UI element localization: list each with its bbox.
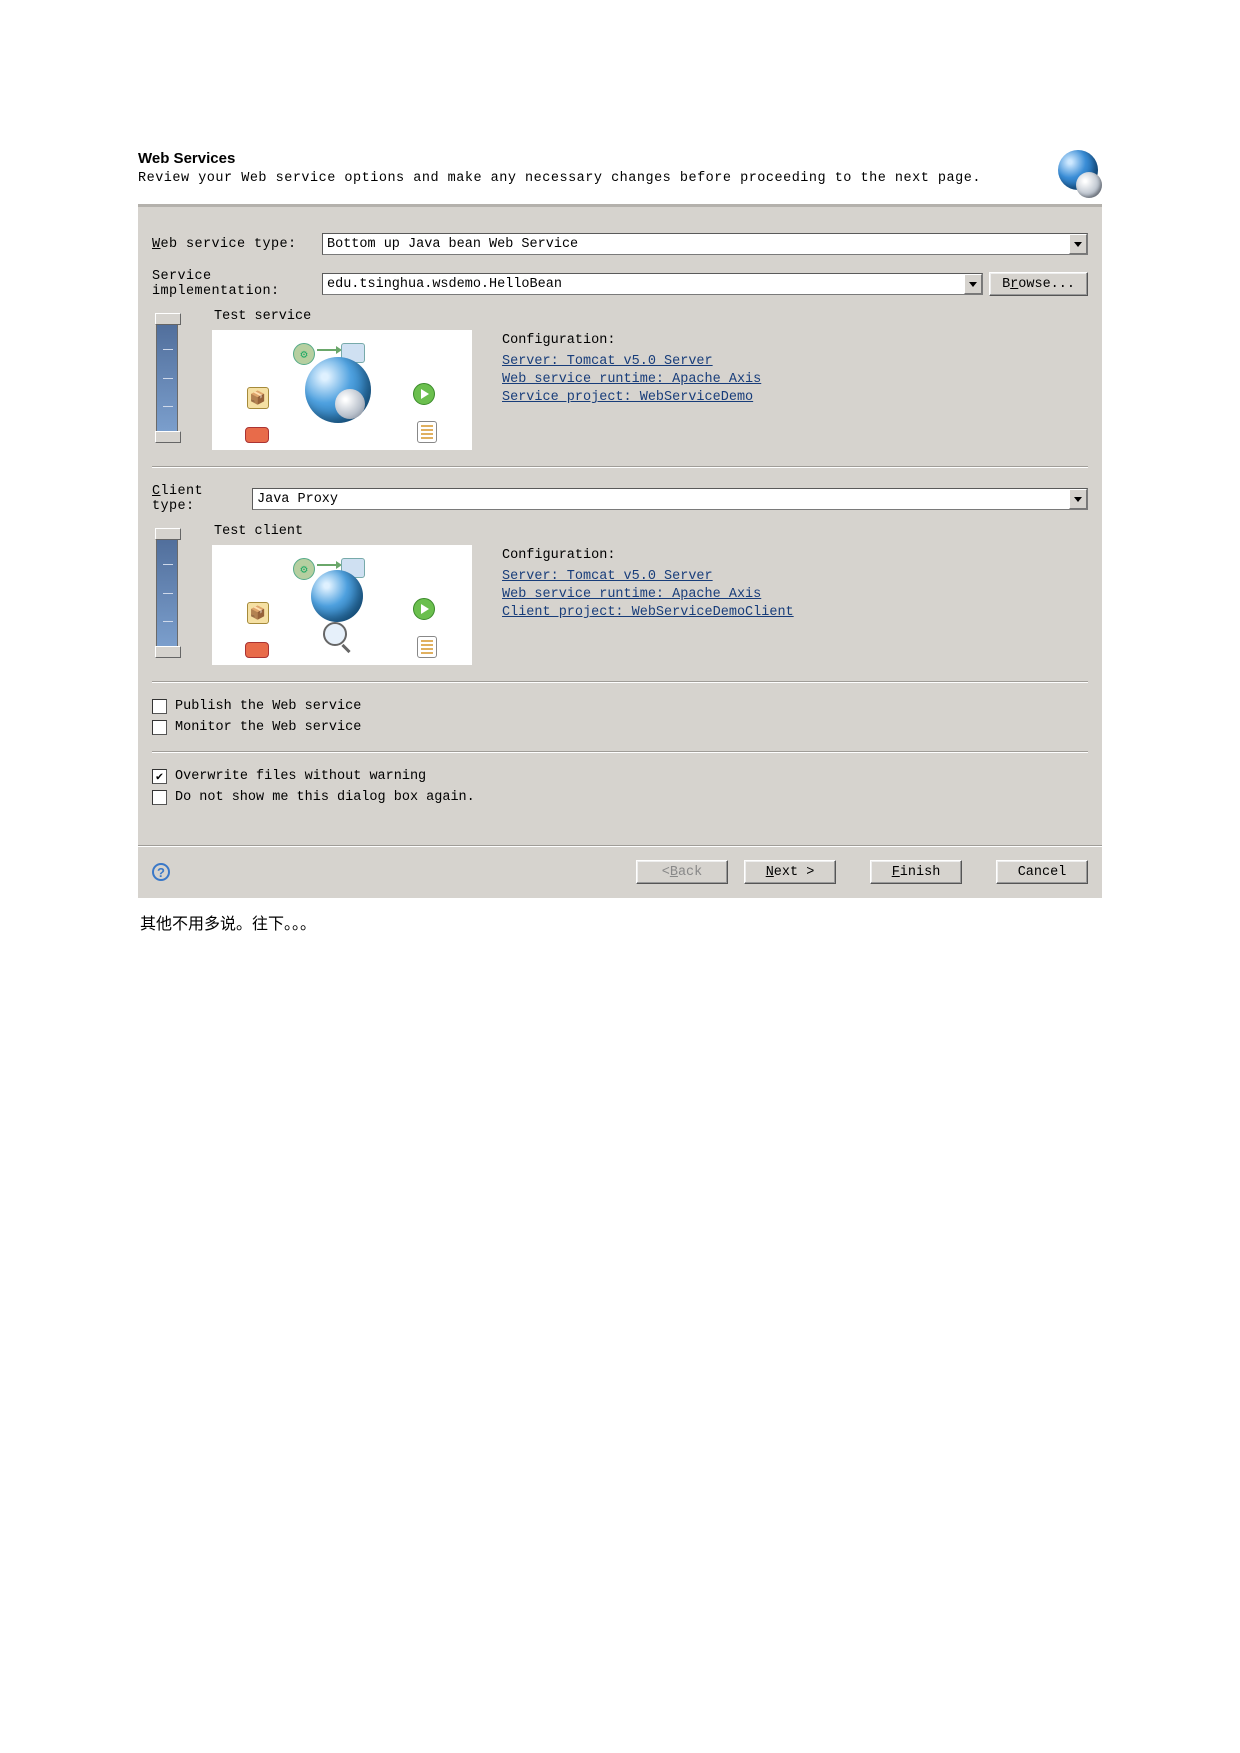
magnifier-icon bbox=[323, 622, 347, 646]
wizard-banner-icon bbox=[1054, 150, 1102, 198]
dialog-title: Web Services bbox=[138, 150, 981, 167]
service-runtime-link[interactable]: Web service runtime: Apache Axis bbox=[502, 372, 1088, 387]
publish-checkbox[interactable] bbox=[152, 699, 167, 714]
envelope-icon bbox=[245, 642, 269, 658]
envelope-icon bbox=[245, 427, 269, 443]
client-project-link[interactable]: Client project: WebServiceDemoClient bbox=[502, 605, 1088, 620]
service-level-slider[interactable] bbox=[156, 313, 178, 443]
client-diagram-title: Test client bbox=[214, 524, 472, 539]
browse-button[interactable]: Browse... bbox=[989, 272, 1088, 296]
client-type-combo[interactable]: Java Proxy bbox=[252, 488, 1088, 510]
play-icon bbox=[413, 383, 435, 405]
client-level-slider[interactable] bbox=[156, 528, 178, 658]
play-icon bbox=[413, 598, 435, 620]
dropdown-arrow-icon[interactable] bbox=[964, 274, 982, 294]
face-icon bbox=[335, 389, 365, 419]
divider bbox=[152, 681, 1088, 683]
gear-icon bbox=[293, 343, 315, 365]
globe-icon bbox=[311, 570, 363, 622]
slider-thumb-icon[interactable] bbox=[155, 431, 181, 443]
web-service-type-combo[interactable]: Bottom up Java bean Web Service bbox=[322, 233, 1088, 255]
service-implementation-combo[interactable]: edu.tsinghua.wsdemo.HelloBean bbox=[322, 273, 983, 295]
service-diagram-title: Test service bbox=[214, 309, 472, 324]
overwrite-checkbox[interactable] bbox=[152, 769, 167, 784]
service-implementation-label: Service implementation: bbox=[152, 269, 322, 299]
client-diagram bbox=[212, 545, 472, 665]
dropdown-arrow-icon[interactable] bbox=[1069, 234, 1087, 254]
client-type-label: Client type: bbox=[152, 484, 252, 514]
noshow-label: Do not show me this dialog box again. bbox=[175, 790, 475, 805]
package-icon bbox=[247, 387, 269, 409]
list-icon bbox=[417, 421, 437, 443]
slider-thumb-icon[interactable] bbox=[155, 313, 181, 325]
dropdown-arrow-icon[interactable] bbox=[1069, 489, 1087, 509]
client-config-label: Configuration: bbox=[502, 548, 1088, 563]
finish-button[interactable]: Finish bbox=[870, 860, 962, 884]
service-config-label: Configuration: bbox=[502, 333, 1088, 348]
divider bbox=[152, 466, 1088, 468]
help-icon[interactable]: ? bbox=[152, 863, 170, 881]
client-runtime-link[interactable]: Web service runtime: Apache Axis bbox=[502, 587, 1088, 602]
noshow-checkbox[interactable] bbox=[152, 790, 167, 805]
client-server-link[interactable]: Server: Tomcat v5.0 Server bbox=[502, 569, 1088, 584]
arrow-right-icon bbox=[317, 349, 337, 351]
web-service-type-label: Web service type: bbox=[152, 237, 322, 252]
package-icon bbox=[247, 602, 269, 624]
monitor-label: Monitor the Web service bbox=[175, 720, 361, 735]
next-button[interactable]: Next > bbox=[744, 860, 836, 884]
arrow-right-icon bbox=[317, 564, 337, 566]
divider bbox=[152, 751, 1088, 753]
service-server-link[interactable]: Server: Tomcat v5.0 Server bbox=[502, 354, 1088, 369]
list-icon bbox=[417, 636, 437, 658]
cancel-button[interactable]: Cancel bbox=[996, 860, 1088, 884]
service-project-link[interactable]: Service project: WebServiceDemo bbox=[502, 390, 1088, 405]
slider-thumb-icon[interactable] bbox=[155, 528, 181, 540]
back-button[interactable]: < Back bbox=[636, 860, 728, 884]
gear-icon bbox=[293, 558, 315, 580]
publish-label: Publish the Web service bbox=[175, 699, 361, 714]
page-caption: 其他不用多说。往下。。。 bbox=[140, 910, 1102, 934]
dialog-subtitle: Review your Web service options and make… bbox=[138, 171, 981, 186]
overwrite-label: Overwrite files without warning bbox=[175, 769, 426, 784]
slider-thumb-icon[interactable] bbox=[155, 646, 181, 658]
service-diagram bbox=[212, 330, 472, 450]
monitor-checkbox[interactable] bbox=[152, 720, 167, 735]
dialog-body: Web service type: Bottom up Java bean We… bbox=[138, 204, 1102, 898]
